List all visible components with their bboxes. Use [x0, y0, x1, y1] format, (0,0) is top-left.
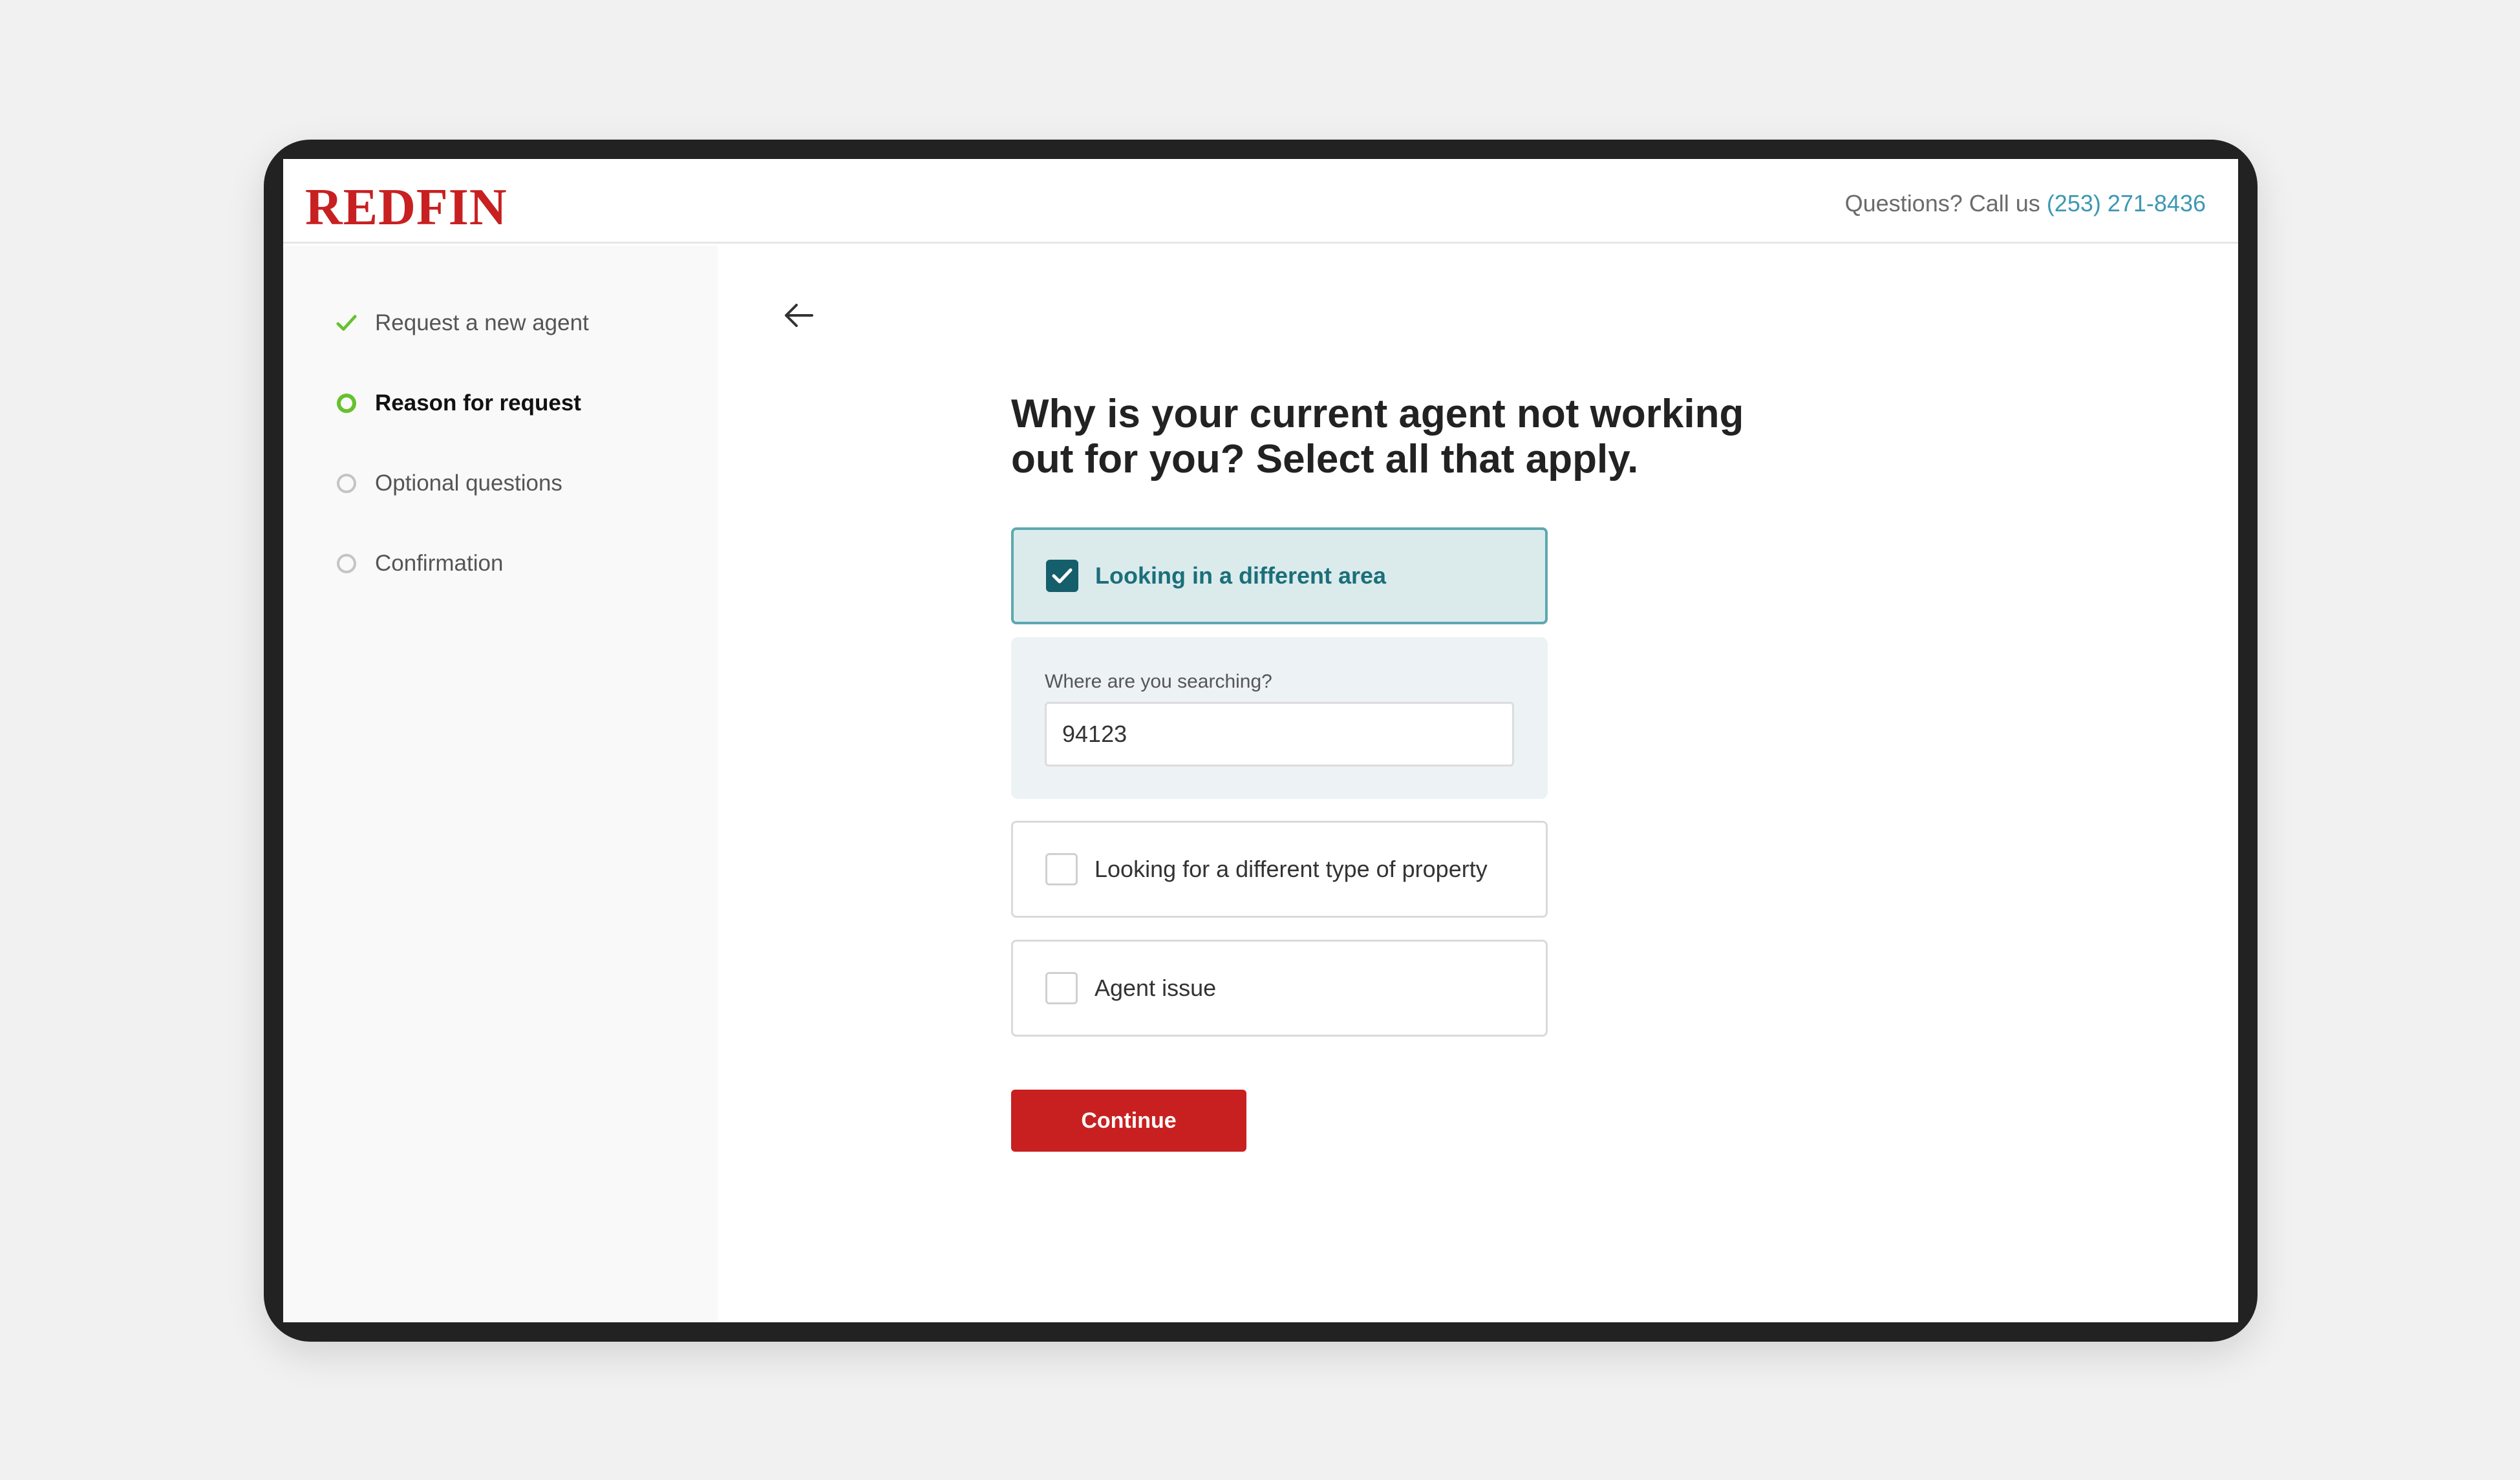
- checkmark-icon: [1052, 568, 1073, 584]
- help-contact: Questions? Call us (253) 271-8436: [1845, 190, 2206, 217]
- question-line-2: out for you? Select all that apply.: [1011, 437, 1639, 481]
- option-different-area[interactable]: Looking in a different area: [1011, 527, 1548, 624]
- continue-button[interactable]: Continue: [1011, 1090, 1246, 1152]
- circle-icon: [336, 553, 357, 574]
- location-panel: Where are you searching?: [1011, 637, 1548, 799]
- step-label: Optional questions: [375, 470, 562, 496]
- arrow-left-icon: [785, 304, 813, 327]
- step-optional-questions: Optional questions: [336, 464, 562, 503]
- option-label: Looking for a different type of property: [1094, 856, 1488, 882]
- option-label: Looking in a different area: [1095, 562, 1387, 589]
- circle-icon: [336, 393, 357, 414]
- progress-sidebar: Request a new agent Reason for request O…: [283, 246, 718, 1322]
- location-label: Where are you searching?: [1045, 671, 1272, 692]
- app-screen: REDFIN Questions? Call us (253) 271-8436…: [283, 159, 2238, 1322]
- top-bar: REDFIN Questions? Call us (253) 271-8436: [283, 159, 2238, 244]
- location-input[interactable]: [1045, 702, 1514, 766]
- option-label: Agent issue: [1094, 975, 1217, 1001]
- option-agent-issue[interactable]: Agent issue: [1011, 940, 1548, 1037]
- checkbox-unchecked[interactable]: [1045, 853, 1078, 885]
- page-question: Why is your current agent not working ou…: [1011, 392, 1787, 482]
- circle-icon: [336, 473, 357, 494]
- checkbox-checked[interactable]: [1046, 560, 1078, 592]
- step-label: Reason for request: [375, 390, 581, 416]
- help-text: Questions? Call us: [1844, 190, 2040, 217]
- logo-text: REDFIN: [305, 179, 507, 236]
- checkbox-unchecked[interactable]: [1045, 972, 1078, 1004]
- redfin-logo[interactable]: REDFIN: [305, 178, 507, 237]
- step-confirmation: Confirmation: [336, 544, 503, 583]
- check-icon: [336, 313, 357, 333]
- step-label: Request a new agent: [375, 310, 589, 335]
- back-button[interactable]: [780, 296, 818, 335]
- option-different-property-type[interactable]: Looking for a different type of property: [1011, 821, 1548, 918]
- step-reason-for-request: Reason for request: [336, 384, 581, 423]
- phone-link[interactable]: (253) 271-8436: [2047, 190, 2206, 217]
- question-line-1: Why is your current agent not working: [1011, 392, 1744, 436]
- step-request-new-agent: Request a new agent: [336, 304, 589, 343]
- step-label: Confirmation: [375, 551, 504, 576]
